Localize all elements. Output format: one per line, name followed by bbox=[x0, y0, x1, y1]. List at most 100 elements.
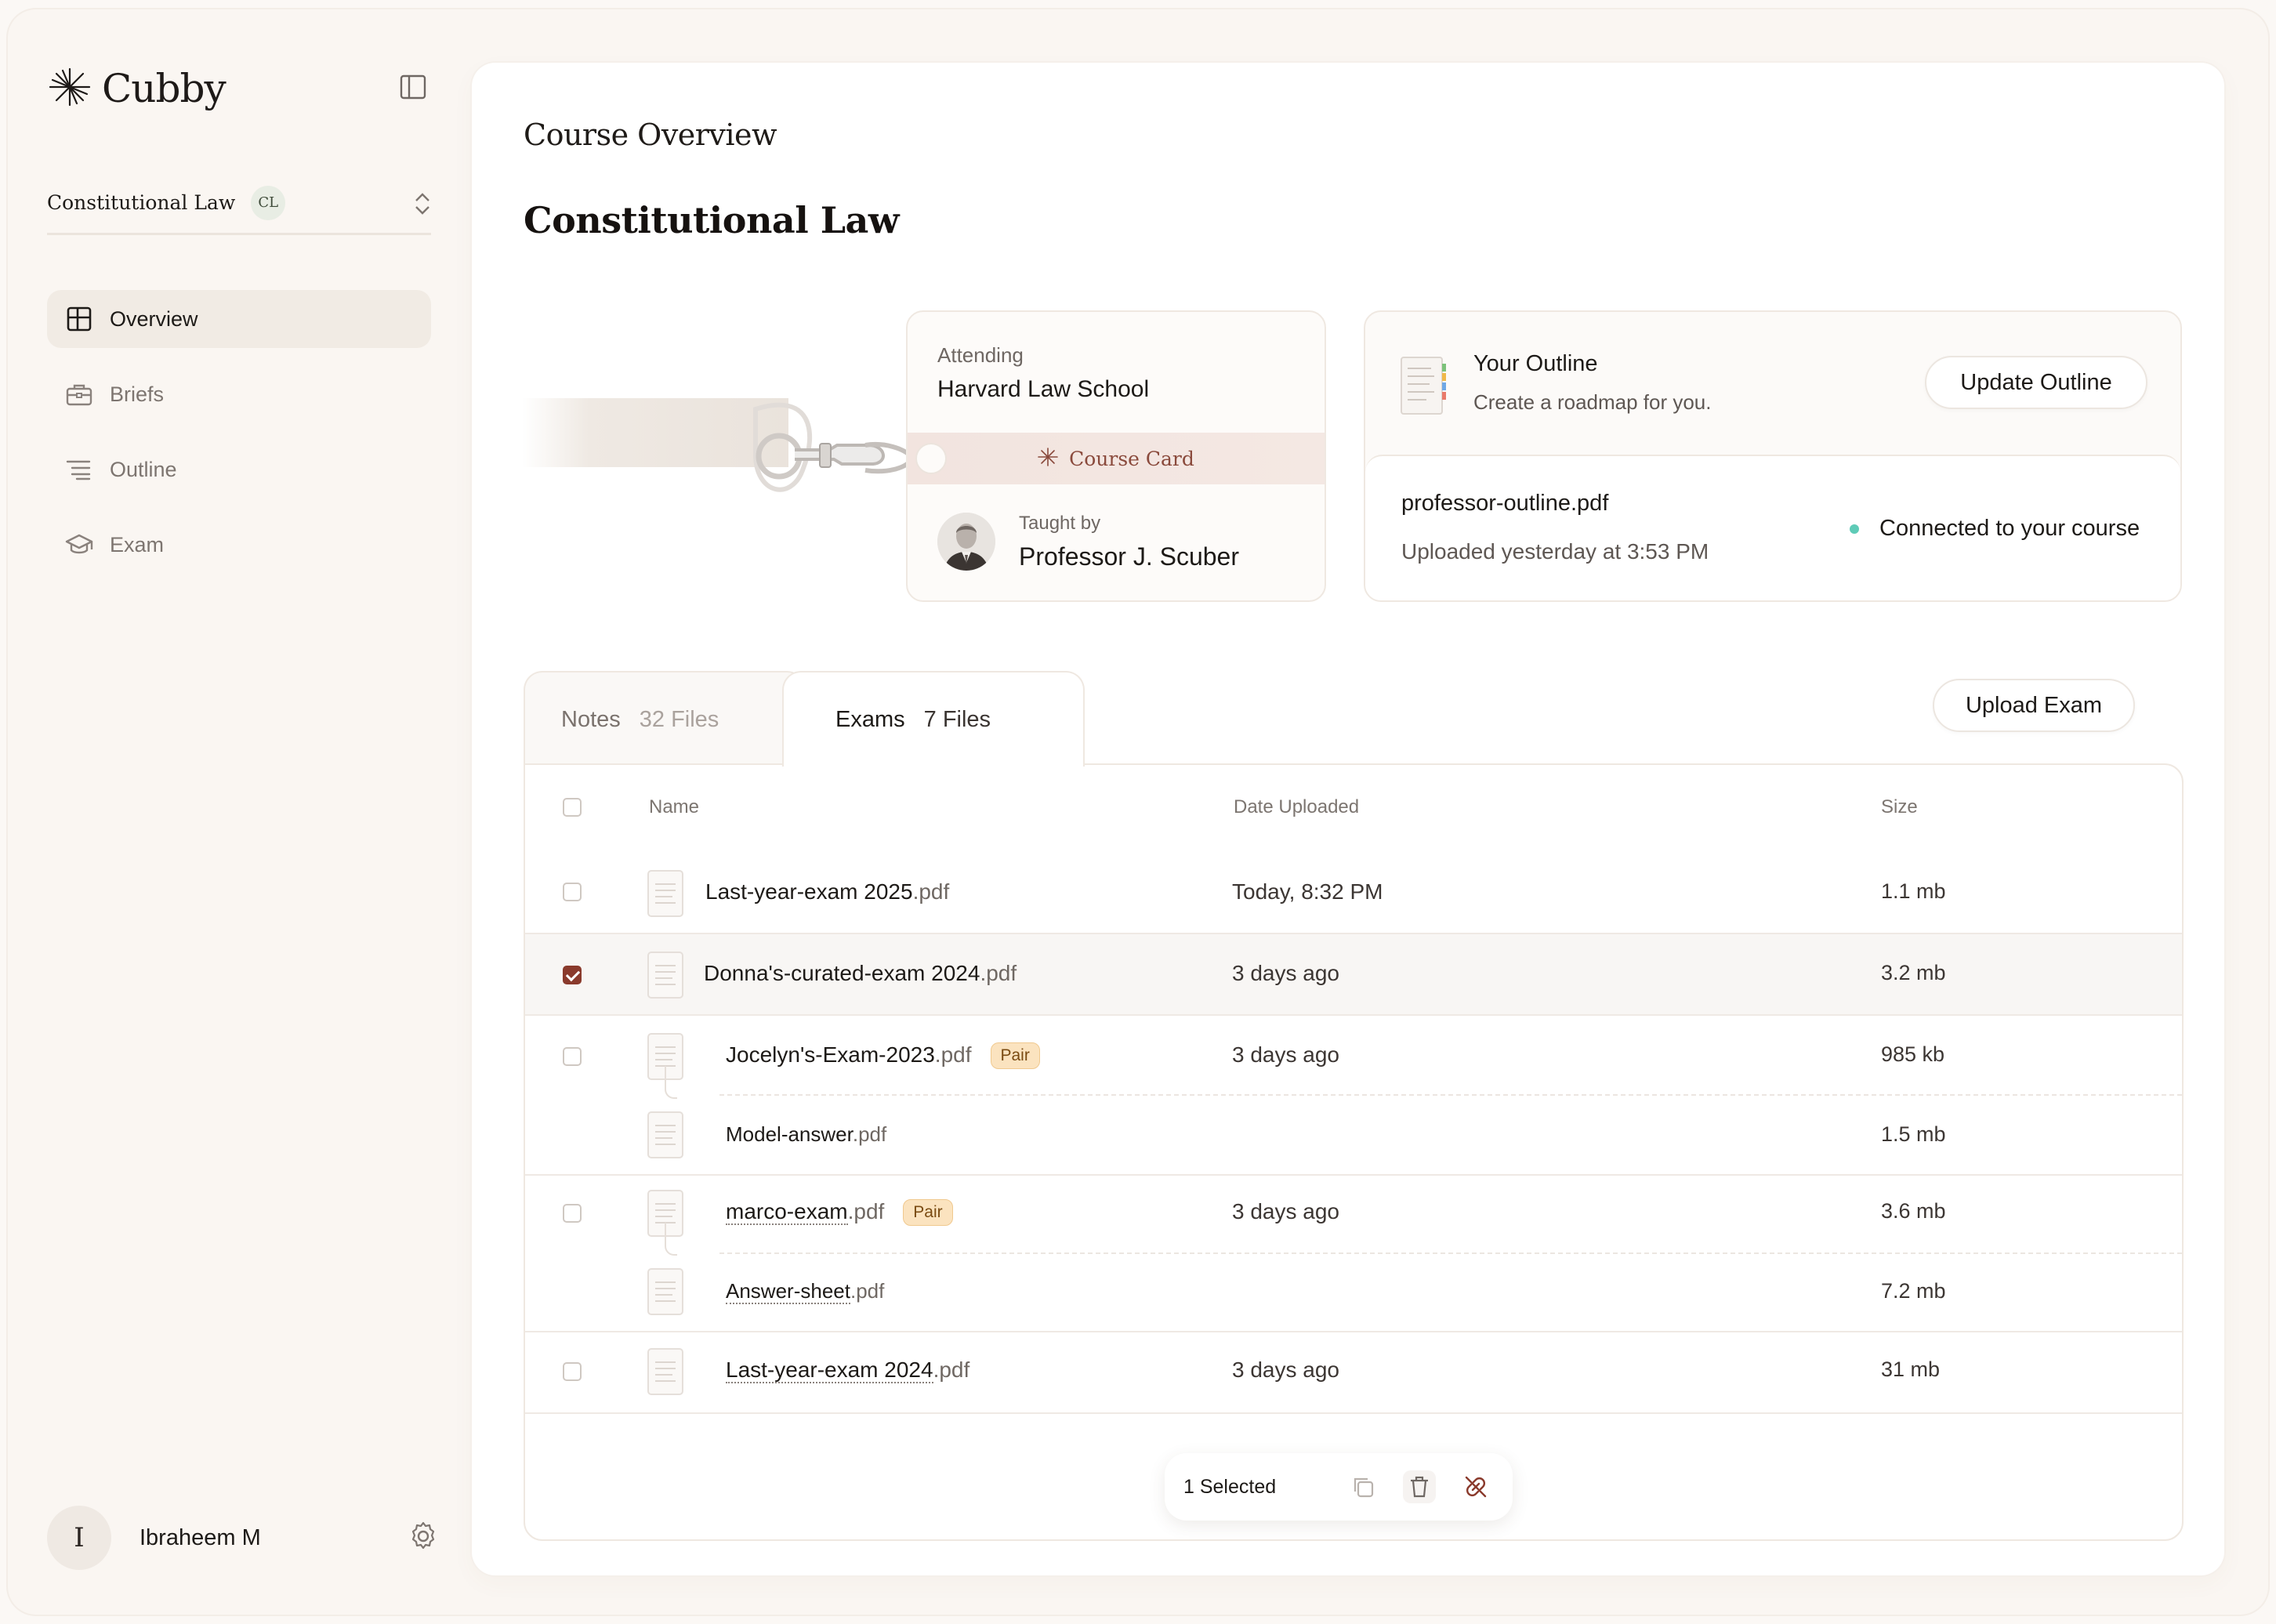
select-all-checkbox[interactable] bbox=[563, 798, 582, 817]
pair-badge: Pair bbox=[990, 1042, 1040, 1069]
course-selector-name: Constitutional Law bbox=[47, 191, 236, 214]
row-checkbox-checked[interactable] bbox=[563, 966, 582, 984]
outline-file[interactable]: professor-outline.pdf Uploaded yesterday… bbox=[1365, 455, 2180, 600]
file-size: 31 mb bbox=[1881, 1358, 1941, 1381]
file-size: 1.5 mb bbox=[1881, 1122, 1946, 1146]
outline-file-date: Uploaded yesterday at 3:53 PM bbox=[1401, 539, 1709, 564]
sidebar-item-label: Briefs bbox=[110, 382, 165, 406]
briefcase-icon bbox=[64, 379, 94, 409]
sidebar-item-label: Exam bbox=[110, 532, 165, 556]
attending-label: Attending bbox=[937, 343, 1024, 367]
file-date: 3 days ago bbox=[1232, 1042, 1339, 1067]
file-base-name: Model-answer bbox=[726, 1122, 853, 1146]
status-dot bbox=[1850, 524, 1859, 534]
tab-count: 32 Files bbox=[639, 706, 719, 732]
row-checkbox[interactable] bbox=[563, 1204, 582, 1223]
file-date: 3 days ago bbox=[1232, 1358, 1339, 1382]
chevron-updown-icon bbox=[414, 191, 431, 220]
table-row[interactable]: Jocelyn's-Exam-2023.pdf Pair 3 days ago 9… bbox=[525, 1016, 2182, 1094]
file-tabs: Notes 32 Files Exams 7 Files Upload Exam bbox=[524, 671, 2184, 767]
file-extension: .pdf bbox=[980, 961, 1017, 985]
row-divider bbox=[525, 1412, 2182, 1414]
trash-icon[interactable] bbox=[1403, 1470, 1436, 1503]
collapse-sidebar-button[interactable] bbox=[395, 71, 431, 107]
file-date: 3 days ago bbox=[1232, 1199, 1339, 1223]
file-extension: .pdf bbox=[852, 1122, 887, 1146]
starburst-icon bbox=[1038, 447, 1058, 470]
table-row[interactable]: Last-year-exam 2024.pdf 3 days ago 31 mb bbox=[525, 1332, 2182, 1412]
course-badge: CL bbox=[251, 185, 286, 220]
pair-connector bbox=[665, 1223, 677, 1256]
sidebar-nav: Overview Briefs Outline Exam bbox=[47, 290, 431, 591]
file-size: 7.2 mb bbox=[1881, 1279, 1946, 1303]
page-title: Constitutional Law bbox=[524, 199, 899, 241]
professor-name: Professor J. Scuber bbox=[1019, 542, 1239, 571]
file-extension: .pdf bbox=[850, 1279, 885, 1303]
file-base-name: Donna's-curated-exam 2024 bbox=[704, 961, 980, 985]
graduation-cap-icon bbox=[64, 530, 94, 560]
tab-exams[interactable]: Exams 7 Files bbox=[782, 671, 1085, 767]
status-text: Connected to your course bbox=[1879, 516, 2140, 541]
sidebar-item-overview[interactable]: Overview bbox=[47, 290, 431, 348]
unlink-icon[interactable] bbox=[1459, 1470, 1492, 1503]
list-icon bbox=[64, 455, 94, 484]
connection-status: Connected to your course bbox=[1850, 516, 2140, 542]
tab-label: Notes bbox=[561, 706, 621, 732]
upload-exam-button[interactable]: Upload Exam bbox=[1933, 679, 2135, 732]
row-checkbox[interactable] bbox=[563, 1047, 582, 1066]
sidebar-item-label: Overview bbox=[110, 306, 198, 331]
file-base-name: Answer-sheet bbox=[726, 1279, 850, 1304]
file-extension: .pdf bbox=[847, 1199, 885, 1223]
gear-icon[interactable] bbox=[408, 1521, 439, 1556]
user-profile[interactable]: I Ibraheem M bbox=[47, 1505, 439, 1571]
file-name: Jocelyn's-Exam-2023.pdf Pair bbox=[726, 1042, 1040, 1069]
pdf-file-icon bbox=[647, 952, 683, 1002]
table-row[interactable]: Last-year-exam 2025.pdf Today, 8:32 PM 1… bbox=[525, 851, 2182, 933]
tab-notes[interactable]: Notes 32 Files bbox=[524, 671, 806, 767]
tab-count: 7 Files bbox=[923, 706, 991, 732]
file-name[interactable]: marco-exam.pdf Pair bbox=[726, 1199, 953, 1226]
file-name: Donna's-curated-exam 2024.pdf bbox=[704, 961, 1017, 986]
file-name: Model-answer.pdf bbox=[726, 1122, 886, 1147]
professor-avatar bbox=[937, 513, 995, 571]
file-size: 3.6 mb bbox=[1881, 1199, 1946, 1223]
table-row[interactable]: marco-exam.pdf Pair 3 days ago 3.6 mb bbox=[525, 1176, 2182, 1254]
layout-icon bbox=[64, 304, 94, 334]
row-checkbox[interactable] bbox=[563, 883, 582, 901]
course-card-label: Course Card bbox=[1069, 447, 1194, 470]
sidebar-item-outline[interactable]: Outline bbox=[47, 440, 431, 498]
table-row-selected[interactable]: Donna's-curated-exam 2024.pdf 3 days ago… bbox=[525, 934, 2182, 1014]
update-outline-button[interactable]: Update Outline bbox=[1925, 356, 2147, 409]
row-checkbox[interactable] bbox=[563, 1362, 582, 1381]
table-row-child[interactable]: Answer-sheet.pdf 7.2 mb bbox=[525, 1254, 2182, 1331]
file-name[interactable]: Last-year-exam 2024.pdf bbox=[726, 1358, 969, 1383]
main-panel: Course Overview Constitutional Law Atten… bbox=[472, 63, 2224, 1575]
pdf-file-icon bbox=[647, 870, 683, 921]
file-name[interactable]: Answer-sheet.pdf bbox=[726, 1279, 885, 1304]
file-date: Today, 8:32 PM bbox=[1232, 879, 1383, 904]
sidebar-item-briefs[interactable]: Briefs bbox=[47, 365, 431, 423]
file-base-name: Last-year-exam 2024 bbox=[726, 1358, 933, 1383]
pdf-file-icon bbox=[647, 1348, 683, 1399]
pdf-file-icon bbox=[647, 1111, 683, 1162]
outline-card: Your Outline Create a roadmap for you. U… bbox=[1364, 310, 2182, 602]
file-size: 1.1 mb bbox=[1881, 879, 1946, 903]
file-extension: .pdf bbox=[912, 879, 950, 904]
column-header-name: Name bbox=[649, 796, 700, 817]
file-extension: .pdf bbox=[934, 1042, 972, 1067]
course-card-strip: Course Card bbox=[908, 433, 1325, 484]
file-size: 3.2 mb bbox=[1881, 961, 1946, 984]
pair-connector bbox=[665, 1066, 677, 1099]
taught-by-label: Taught by bbox=[1019, 513, 1101, 534]
column-header-size: Size bbox=[1881, 796, 1918, 817]
copy-icon[interactable] bbox=[1346, 1470, 1379, 1503]
outline-title: Your Outline bbox=[1473, 351, 1598, 376]
outline-notebook-icon bbox=[1400, 356, 1447, 419]
file-base-name: Last-year-exam 2025 bbox=[705, 879, 913, 904]
course-selector[interactable]: Constitutional Law CL bbox=[47, 172, 431, 235]
table-row-child[interactable]: Model-answer.pdf 1.5 mb bbox=[525, 1096, 2182, 1174]
sidebar-item-exam[interactable]: Exam bbox=[47, 516, 431, 574]
file-base-name: Jocelyn's-Exam-2023 bbox=[726, 1042, 935, 1067]
outline-file-name: professor-outline.pdf bbox=[1401, 491, 1609, 516]
sidebar: Cubby Constitutional Law CL Overview Bri… bbox=[8, 9, 470, 1615]
